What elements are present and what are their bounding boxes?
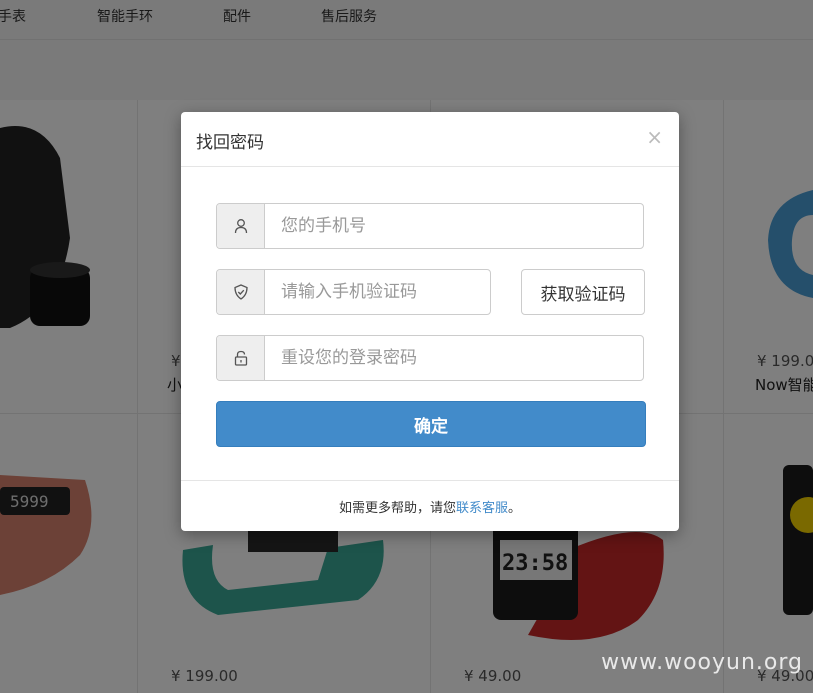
close-button[interactable]: × xyxy=(646,125,663,149)
verification-code-input[interactable] xyxy=(265,270,490,314)
help-text-suffix: 。 xyxy=(508,501,522,516)
contact-support-link[interactable]: 联系客服 xyxy=(456,497,508,516)
code-input-group xyxy=(216,269,491,315)
new-password-input[interactable] xyxy=(265,336,643,380)
dialog-header: 找回密码 × xyxy=(181,112,679,167)
dialog-footer: 如需更多帮助，请您 联系客服。 xyxy=(181,480,679,532)
lock-icon xyxy=(217,336,265,380)
watermark: www.wooyun.org xyxy=(601,650,803,675)
recover-password-dialog: 找回密码 × 获取验证码 确定 xyxy=(181,112,679,531)
help-text: 如需更多帮助，请您 xyxy=(338,501,456,516)
password-input-group xyxy=(216,335,644,381)
phone-input[interactable] xyxy=(265,204,643,248)
phone-input-group xyxy=(216,203,644,249)
shield-icon xyxy=(217,270,265,314)
dialog-title: 找回密码 xyxy=(196,133,264,153)
get-code-button[interactable]: 获取验证码 xyxy=(521,269,645,315)
user-icon xyxy=(217,204,265,248)
confirm-button[interactable]: 确定 xyxy=(216,401,646,447)
